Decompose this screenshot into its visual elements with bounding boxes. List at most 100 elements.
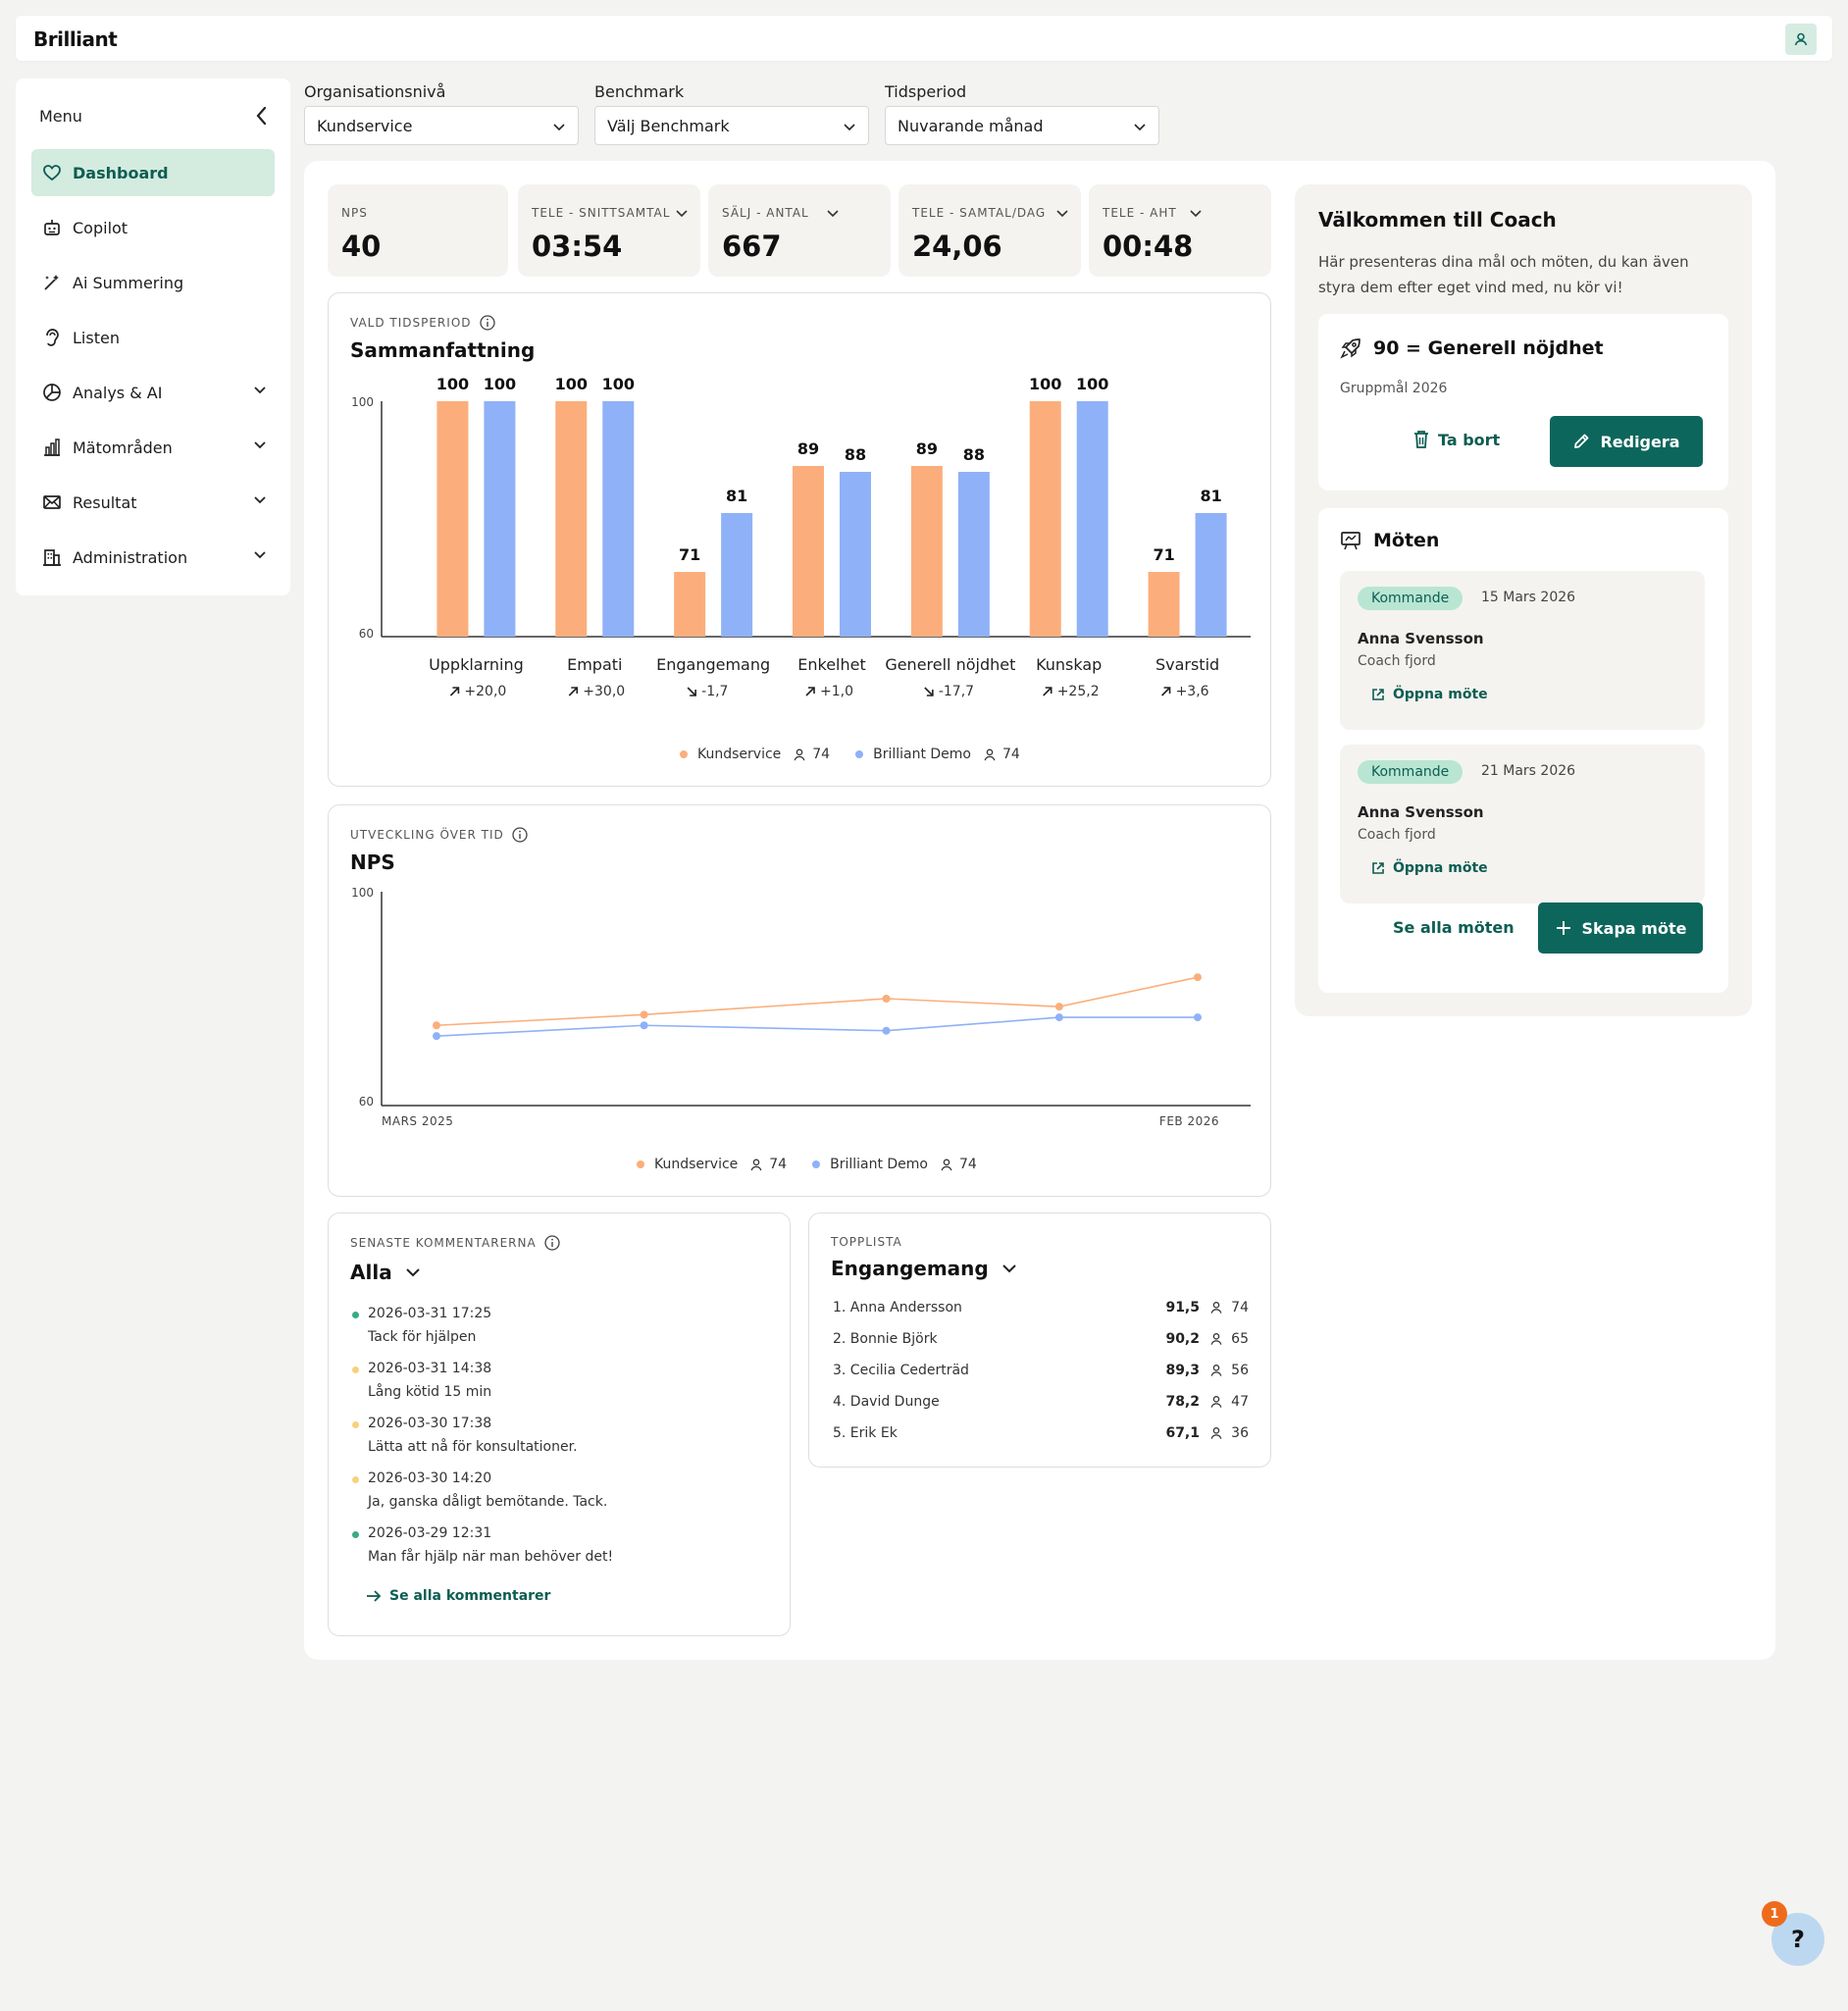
collapse-menu-button[interactable] [255,106,269,129]
kpi-tele-snittsamtal[interactable]: TELE - SNITTSAMTAL 03:54 [518,184,700,277]
bar [484,401,516,637]
meeting-item[interactable]: Kommande 21 Mars 2026 Anna Svensson Coac… [1340,745,1705,903]
toplist-metric-dropdown[interactable]: Engangemang [831,1257,1018,1280]
meeting-item[interactable]: Kommande 15 Mars 2026 Anna Svensson Coac… [1340,571,1705,730]
rocket-icon [1340,338,1360,359]
comment-text: Lätta att nå för konsultationer. [368,1439,578,1455]
category-label: Uppklarning [429,655,524,674]
data-point [1054,1013,1063,1022]
sidebar-item-ai-summering[interactable]: Ai Summering [31,259,275,306]
info-icon[interactable] [512,827,528,843]
external-link-icon [1372,689,1384,700]
kpi-tele-aht[interactable]: TELE - AHT 00:48 [1089,184,1271,277]
app-logo[interactable]: Brilliant [33,27,118,51]
toplist-name: 1. Anna Andersson [833,1300,962,1315]
comments-eyebrow-text: SENASTE KOMMENTARERNA [350,1236,537,1250]
sidebar-item-label: Analys & AI [73,383,163,402]
sidebar-item-resultat[interactable]: Resultat [31,479,275,526]
delete-goal-button[interactable]: Ta bort [1412,430,1500,449]
sidebar-item-label: Copilot [73,218,128,237]
toplist-count: 74 [1231,1300,1249,1315]
info-icon[interactable] [479,315,495,331]
info-icon[interactable] [544,1235,560,1251]
bar-value-label: 100 [555,375,588,393]
toplist-row[interactable]: 4. David Dunge 78,2 47 [833,1386,1249,1418]
legend-dot-brilliant-demo [812,1160,821,1168]
comments-filter-dropdown[interactable]: Alla [350,1261,422,1284]
bar-value-label: 88 [963,445,985,464]
kpi-nps[interactable]: NPS 40 [328,184,508,277]
summary-eyebrow-text: VALD TIDSPERIOD [350,316,472,330]
comment-text: Tack för hjälpen [368,1329,477,1345]
bar [793,466,824,637]
plus-icon [1556,921,1570,935]
summary-legend: Kundservice 74 Brilliant Demo 74 [680,747,1020,762]
sidebar-item-matomraden[interactable]: Mätområden [31,424,275,471]
delta-label: +1,0 [820,684,853,699]
sidebar-item-administration[interactable]: Administration [31,534,275,581]
meeting-status-badge: Kommande [1358,760,1463,784]
chevron-down-icon [553,124,565,131]
chevron-down-icon [405,1268,420,1277]
comment-text: Lång kötid 15 min [368,1384,492,1400]
period-select[interactable]: Nuvarande månad [885,106,1159,145]
sentiment-dot [352,1312,359,1318]
org-select[interactable]: Kundservice [304,106,579,145]
toplist-count: 47 [1231,1394,1249,1410]
sidebar-item-dashboard[interactable]: Dashboard [31,149,275,196]
chevron-down-icon[interactable] [826,206,840,220]
presentation-icon [1341,532,1360,550]
see-all-meetings-link[interactable]: Se alla möten [1393,918,1514,937]
sidebar-item-analys-ai[interactable]: Analys & AI [31,369,275,416]
kpi-tele-samtal-dag[interactable]: TELE - SAMTAL/DAG 24,06 [898,184,1081,277]
bar [1029,401,1061,637]
legend-dot-brilliant-demo [855,750,864,758]
kpi-value: 00:48 [1103,230,1194,263]
legend-dot-kundservice [637,1160,644,1168]
create-meeting-button[interactable]: Skapa möte [1538,902,1703,954]
bar-value-label: 89 [797,439,819,458]
toplist-row[interactable]: 1. Anna Andersson 91,5 74 [833,1292,1249,1323]
user-menu-button[interactable] [1785,24,1817,55]
period-filter-label: Tidsperiod [885,82,967,101]
comments-card: SENASTE KOMMENTARERNA Alla 2026-03-31 17… [328,1212,791,1636]
toplist-row[interactable]: 2. Bonnie Björk 90,2 65 [833,1323,1249,1355]
sidebar-item-listen[interactable]: Listen [31,314,275,361]
chevron-left-icon [256,106,267,126]
see-all-comments-label: Se alla kommentarer [389,1588,551,1604]
kpi-salj-antal[interactable]: SÄLJ - ANTAL 667 [708,184,891,277]
bar [1148,572,1180,637]
user-icon [1210,1302,1222,1314]
ear-icon [41,327,63,348]
toplist-name: 4. David Dunge [833,1394,940,1410]
robot-icon [41,217,63,238]
bar-value-label: 89 [916,439,938,458]
open-meeting-link[interactable]: Öppna möte [1371,687,1488,702]
chevron-down-icon[interactable] [1055,206,1069,220]
trend-down-icon [687,687,696,696]
toplist-score: 78,2 [1165,1394,1200,1410]
y-tick-label: 60 [359,1095,374,1109]
category-label: Svarstid [1155,655,1219,674]
toplist-row[interactable]: 5. Erik Ek 67,1 36 [833,1418,1249,1449]
data-point [1194,973,1202,982]
user-icon [984,748,996,761]
open-meeting-link[interactable]: Öppna möte [1371,860,1488,876]
user-icon [1210,1365,1222,1376]
bar [721,513,753,637]
comment-date: 2026-03-29 12:31 [368,1525,492,1541]
chevron-down-icon[interactable] [1189,206,1203,220]
pencil-icon [1574,434,1589,448]
summary-bar-chart: 100 60 100 100 Uppklarning +20,0 100 100 Empati +… [351,375,1251,699]
see-all-comments-link[interactable]: Se alla kommentarer [366,1588,550,1604]
sentiment-dot [352,1366,359,1373]
benchmark-select[interactable]: Välj Benchmark [594,106,869,145]
bar-value-label: 100 [1076,375,1108,393]
edit-goal-button[interactable]: Redigera [1550,416,1703,467]
toplist-row[interactable]: 3. Cecilia Cederträd 89,3 56 [833,1355,1249,1386]
sidebar-item-copilot[interactable]: Copilot [31,204,275,251]
goal-subtitle: Gruppmål 2026 [1340,381,1448,396]
chevron-down-icon[interactable] [675,206,689,220]
bar-value-label: 71 [679,545,700,564]
comment-date: 2026-03-30 14:20 [368,1470,492,1486]
